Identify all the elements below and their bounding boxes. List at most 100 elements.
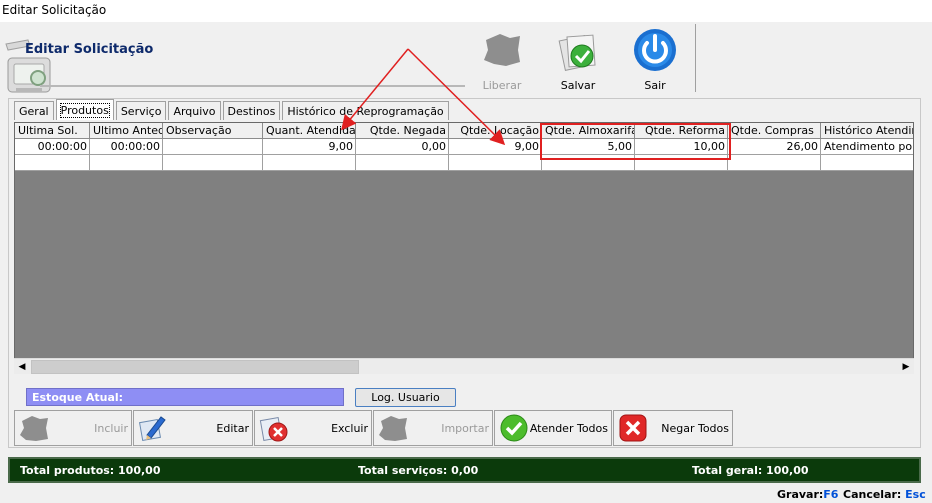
cell-qtde-almoxarifado[interactable]: 5,00 <box>542 139 635 155</box>
cell-qtde-reforma[interactable]: 10,00 <box>635 139 728 155</box>
empty-cell <box>449 155 542 171</box>
gravar-shortcut-label: Gravar: <box>777 488 824 501</box>
column-header-qtde-negada[interactable]: Qtde. Negada <box>356 123 449 139</box>
empty-cell <box>263 155 356 171</box>
incluir-button[interactable]: Incluir <box>14 410 132 446</box>
tab-label: Serviço <box>120 105 162 118</box>
tab-label: Produtos <box>59 103 110 118</box>
empty-cell <box>15 155 90 171</box>
checkmark-icon <box>500 414 528 442</box>
sair-label: Sair <box>644 79 666 92</box>
cancelar-shortcut-label: Cancelar: <box>843 488 902 501</box>
scroll-thumb[interactable] <box>31 360 359 374</box>
column-header-qtde-reforma[interactable]: Qtde. Reforma <box>635 123 728 139</box>
column-header-ultimo-anted[interactable]: Ultimo Anted. <box>90 123 163 139</box>
close-icon <box>619 414 647 442</box>
liberar-button[interactable]: Liberar <box>472 26 532 92</box>
grid-body: Ultima Sol. Ultimo Anted. Observação Qua… <box>15 123 913 171</box>
column-header-quant-atendida[interactable]: Quant. Atendida <box>263 123 356 139</box>
table-row[interactable]: 00:00:00 00:00:00 9,00 0,00 9,00 5,00 10… <box>15 139 913 155</box>
column-header-historico-atendimento[interactable]: Histórico Atendime <box>821 123 913 139</box>
products-grid[interactable]: Ultima Sol. Ultimo Anted. Observação Qua… <box>14 122 914 374</box>
excluir-button[interactable]: Excluir <box>254 410 372 446</box>
column-header-qtde-almoxarifado[interactable]: Qtde. Almoxarifado <box>542 123 635 139</box>
incluir-icon <box>20 416 48 441</box>
editar-label: Editar <box>216 422 249 435</box>
column-header-ultima-sol[interactable]: Ultima Sol. <box>15 123 90 139</box>
estoque-atual-field: Estoque Atual: <box>26 388 344 406</box>
atender-todos-button[interactable]: Atender Todos <box>494 410 612 446</box>
tab-servico[interactable]: Serviço <box>115 101 167 120</box>
page-title: Editar Solicitação <box>25 42 154 57</box>
column-header-observacao[interactable]: Observação <box>163 123 263 139</box>
window-title: Editar Solicitação <box>2 3 107 17</box>
empty-cell <box>542 155 635 171</box>
horizontal-scrollbar[interactable]: ◀ ▶ <box>14 358 914 374</box>
total-geral: Total geral: 100,00 <box>692 464 809 477</box>
importar-label: Importar <box>441 422 489 435</box>
cell-qtde-compras[interactable]: 26,00 <box>728 139 821 155</box>
delete-document-icon <box>259 417 288 442</box>
gravar-shortcut-key: F6 <box>823 488 839 501</box>
empty-cell <box>821 155 913 171</box>
cell-qtde-negada[interactable]: 0,00 <box>356 139 449 155</box>
cell-ultima-sol[interactable]: 00:00:00 <box>15 139 90 155</box>
empty-cell <box>635 155 728 171</box>
cell-historico-atendimento[interactable]: Atendimento por lo <box>821 139 913 155</box>
tab-geral[interactable]: Geral <box>14 101 54 120</box>
sair-button[interactable]: Sair <box>625 26 685 92</box>
editar-button[interactable]: Editar <box>133 410 253 446</box>
tab-label: Histórico de Reprogramação <box>287 105 444 118</box>
tab-label: Arquivo <box>173 105 216 118</box>
cell-ultimo-anted[interactable]: 00:00:00 <box>90 139 163 155</box>
atender-todos-label: Atender Todos <box>529 422 608 435</box>
toolbar-separator <box>695 24 696 92</box>
empty-cell <box>728 155 821 171</box>
log-usuario-label: Log. Usuario <box>371 391 440 404</box>
totals-bar: Total produtos: 100,00 Total serviços: 0… <box>8 457 921 483</box>
cell-observacao[interactable] <box>163 139 263 155</box>
scroll-right-icon[interactable]: ▶ <box>898 359 914 375</box>
cell-qtde-locacao[interactable]: 9,00 <box>449 139 542 155</box>
header-divider <box>40 85 465 87</box>
excluir-label: Excluir <box>331 422 368 435</box>
tab-arquivo[interactable]: Arquivo <box>168 101 221 120</box>
tab-label: Geral <box>19 105 49 118</box>
header-banner: Editar Solicitação <box>0 30 470 93</box>
tab-strip: Geral Produtos Serviço Arquivo Destinos … <box>14 99 451 121</box>
tab-produtos[interactable]: Produtos <box>55 99 114 120</box>
grid-header-row: Ultima Sol. Ultimo Anted. Observação Qua… <box>15 123 913 139</box>
save-documents-icon <box>558 34 596 71</box>
importar-icon <box>379 416 407 441</box>
table-row-empty <box>15 155 913 171</box>
scroll-left-icon[interactable]: ◀ <box>14 359 30 375</box>
column-header-qtde-compras[interactable]: Qtde. Compras <box>728 123 821 139</box>
window-title-bar: Editar Solicitação <box>0 0 932 22</box>
cancelar-shortcut-key: Esc <box>905 488 926 501</box>
incluir-label: Incluir <box>94 422 128 435</box>
total-produtos: Total produtos: 100,00 <box>20 464 161 477</box>
cell-quant-atendida[interactable]: 9,00 <box>263 139 356 155</box>
liberar-label: Liberar <box>482 79 522 92</box>
column-header-qtde-locacao[interactable]: Qtde. Locação <box>449 123 542 139</box>
log-usuario-button[interactable]: Log. Usuario <box>355 388 456 407</box>
empty-cell <box>90 155 163 171</box>
tab-label: Destinos <box>227 105 276 118</box>
edit-document-icon <box>138 416 166 442</box>
header: Editar Solicitação Liberar Salvar Sair <box>0 22 932 98</box>
total-servicos: Total serviços: 0,00 <box>358 464 479 477</box>
empty-cell <box>356 155 449 171</box>
liberar-icon <box>484 34 520 66</box>
power-icon <box>634 29 676 71</box>
importar-button[interactable]: Importar <box>373 410 493 446</box>
salvar-button[interactable]: Salvar <box>548 26 608 92</box>
cancelar-shortcut: Cancelar: Esc <box>843 488 926 501</box>
tab-destinos[interactable]: Destinos <box>222 101 281 120</box>
negar-todos-label: Negar Todos <box>661 422 729 435</box>
estoque-atual-label: Estoque Atual: <box>32 391 124 404</box>
salvar-label: Salvar <box>560 79 596 92</box>
negar-todos-button[interactable]: Negar Todos <box>613 410 733 446</box>
gravar-shortcut: Gravar:F6 <box>777 488 838 501</box>
empty-cell <box>163 155 263 171</box>
tab-historico-reprogramacao[interactable]: Histórico de Reprogramação <box>282 101 449 120</box>
